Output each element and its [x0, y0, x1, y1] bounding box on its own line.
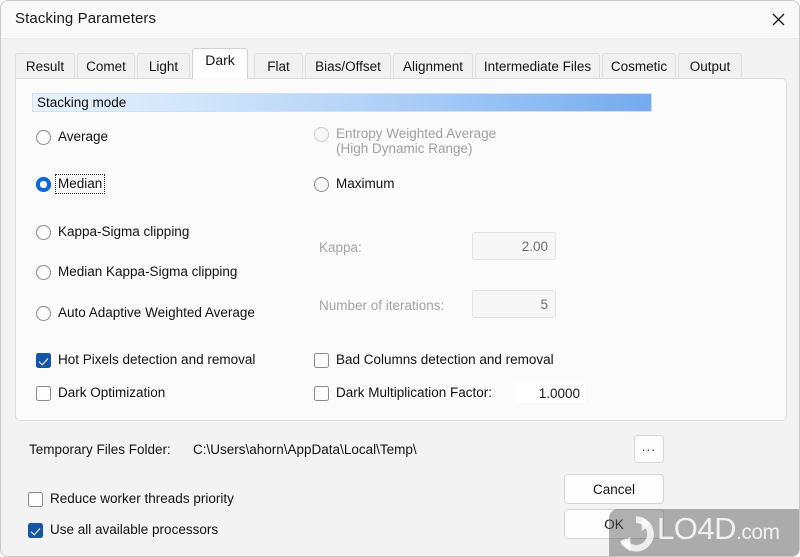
tab-bias-offset[interactable]: Bias/Offset — [305, 53, 391, 79]
tab-dark[interactable]: Dark — [192, 48, 248, 79]
checkbox-reduce-worker-threads-priority[interactable]: Reduce worker threads priority — [28, 491, 234, 507]
watermark-name: LO4D — [657, 511, 736, 546]
radio-label: Median — [54, 174, 106, 194]
tab-result[interactable]: Result — [15, 53, 75, 79]
refresh-circle-icon — [620, 516, 654, 552]
iterations-input[interactable]: 5 — [472, 290, 556, 318]
watermark-text: LO4D.com — [657, 511, 780, 547]
tab-light[interactable]: Light — [137, 53, 190, 79]
iterations-label: Number of iterations: — [319, 298, 445, 313]
radio-indicator — [36, 225, 51, 240]
tab-intermediate-files[interactable]: Intermediate Files — [475, 53, 600, 79]
radio-label: Auto Adaptive Weighted Average — [58, 305, 255, 320]
checkbox-indicator — [36, 353, 51, 368]
checkbox-label: Dark Optimization — [58, 385, 166, 400]
title-bar: Stacking Parameters — [1, 1, 799, 39]
radio-label: Average — [58, 129, 109, 144]
temp-folder-label: Temporary Files Folder: — [29, 442, 171, 457]
dark-tab-panel: Stacking mode Average Median Kappa-Sigma… — [15, 78, 787, 421]
checkbox-indicator — [28, 523, 43, 538]
radio-maximum[interactable]: Maximum — [314, 176, 395, 192]
stacking-parameters-dialog: Stacking Parameters Result Comet Light D… — [0, 0, 800, 557]
checkbox-use-all-available-processors[interactable]: Use all available processors — [28, 522, 218, 538]
radio-entropy-weighted-average[interactable]: Entropy Weighted Average (High Dynamic Ra… — [314, 126, 496, 156]
checkbox-label: Reduce worker threads priority — [50, 491, 234, 507]
radio-label: Kappa-Sigma clipping — [58, 224, 190, 239]
radio-indicator — [314, 177, 329, 192]
tab-output[interactable]: Output — [678, 53, 742, 79]
radio-median[interactable]: Median — [36, 174, 106, 194]
radio-indicator — [36, 265, 51, 280]
radio-label: Median Kappa-Sigma clipping — [58, 264, 238, 279]
radio-median-kappa-sigma-clipping[interactable]: Median Kappa-Sigma clipping — [36, 264, 237, 280]
close-icon[interactable] — [755, 1, 799, 38]
dark-multiplication-factor-input[interactable]: 1.0000 — [516, 383, 586, 403]
checkbox-indicator — [314, 353, 329, 368]
checkbox-hot-pixels[interactable]: Hot Pixels detection and removal — [36, 352, 255, 368]
radio-average[interactable]: Average — [36, 129, 108, 145]
checkbox-indicator — [314, 386, 329, 401]
radio-label: Maximum — [336, 176, 395, 191]
watermark-tld: .com — [735, 521, 780, 544]
radio-kappa-sigma-clipping[interactable]: Kappa-Sigma clipping — [36, 224, 189, 240]
radio-indicator — [36, 177, 51, 192]
checkbox-bad-columns[interactable]: Bad Columns detection and removal — [314, 352, 554, 368]
tab-alignment[interactable]: Alignment — [393, 53, 473, 79]
radio-indicator — [36, 306, 51, 321]
temp-folder-path: C:\Users\ahorn\AppData\Local\Temp\ — [193, 442, 417, 457]
checkbox-label: Dark Multiplication Factor: — [336, 385, 493, 400]
checkbox-indicator — [36, 386, 51, 401]
cancel-button[interactable]: Cancel — [564, 474, 664, 504]
checkbox-label: Use all available processors — [50, 522, 219, 538]
stacking-mode-header: Stacking mode — [32, 93, 652, 112]
window-title: Stacking Parameters — [15, 10, 157, 27]
checkbox-label: Bad Columns detection and removal — [336, 352, 554, 367]
radio-indicator — [36, 130, 51, 145]
browse-folder-button[interactable]: ... — [634, 435, 664, 463]
checkbox-dark-optimization[interactable]: Dark Optimization — [36, 385, 165, 401]
tab-flat[interactable]: Flat — [254, 53, 303, 79]
stacking-mode-title: Stacking mode — [37, 95, 127, 110]
radio-indicator — [314, 127, 329, 142]
checkbox-label: Hot Pixels detection and removal — [58, 352, 256, 367]
checkbox-dark-multiplication-factor[interactable]: Dark Multiplication Factor: — [314, 385, 492, 401]
kappa-label: Kappa: — [319, 240, 362, 255]
kappa-input[interactable]: 2.00 — [472, 232, 556, 260]
checkbox-indicator — [28, 492, 43, 507]
tab-strip: Result Comet Light Dark Flat Bias/Offset… — [15, 48, 787, 79]
radio-auto-adaptive-weighted-average[interactable]: Auto Adaptive Weighted Average — [36, 305, 255, 321]
tab-cosmetic[interactable]: Cosmetic — [602, 53, 676, 79]
radio-label: Entropy Weighted Average (High Dynamic Ra… — [336, 126, 497, 156]
watermark-overlay: LO4D.com — [609, 509, 799, 556]
tab-comet[interactable]: Comet — [77, 53, 135, 79]
